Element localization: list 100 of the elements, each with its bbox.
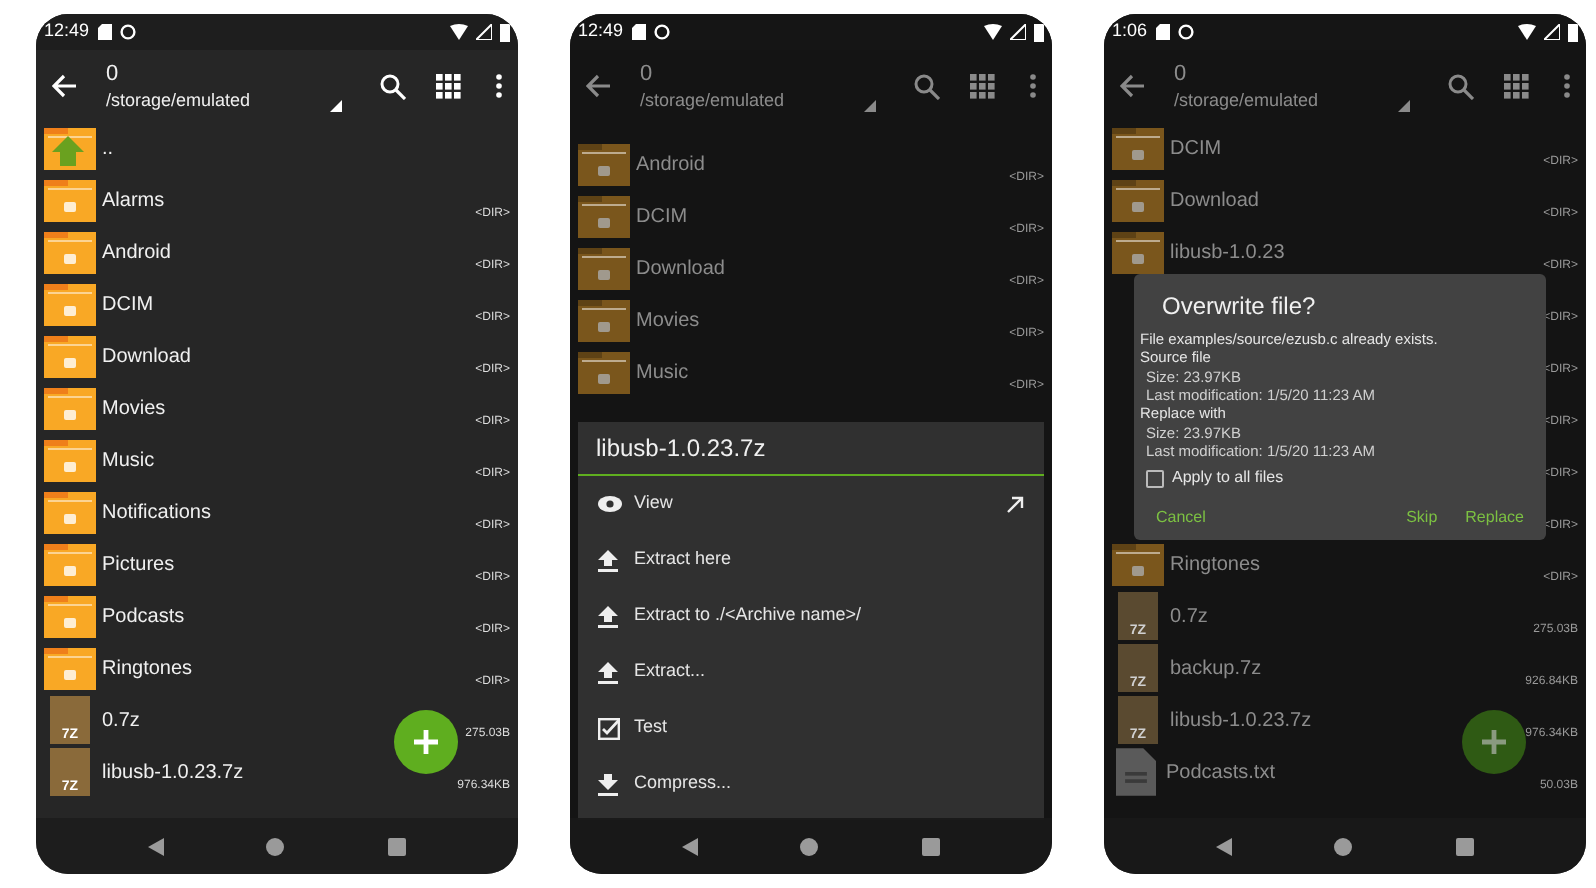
signal-icon xyxy=(1544,24,1560,40)
file-name: Movies xyxy=(636,307,702,335)
back-nav-icon[interactable] xyxy=(681,837,698,855)
wifi-icon xyxy=(984,24,1002,40)
menu-item[interactable]: Test xyxy=(578,700,1044,756)
folder-icon xyxy=(578,246,630,290)
folder-icon xyxy=(44,178,96,222)
back-nav-icon[interactable] xyxy=(1215,837,1232,855)
folder-title: 0 xyxy=(106,61,121,87)
dialog-button[interactable]: Skip xyxy=(1406,506,1438,530)
notification-icon xyxy=(653,24,670,40)
file-name: Alarms xyxy=(102,187,167,215)
file-name: 0.7z xyxy=(102,707,142,735)
file-name: Android xyxy=(102,239,173,267)
folder-icon xyxy=(578,350,630,394)
folder-icon xyxy=(44,490,96,534)
eye-icon xyxy=(598,496,622,512)
battery-icon xyxy=(500,23,510,41)
home-nav-icon[interactable] xyxy=(266,837,285,855)
file-name: Podcasts.txt xyxy=(1166,759,1277,787)
file-name: Music xyxy=(102,447,157,475)
file-name: Music xyxy=(636,359,691,387)
wifi-icon xyxy=(1518,24,1536,40)
sd-card-icon xyxy=(97,24,112,40)
status-time: 12:49 xyxy=(578,18,624,45)
checkbox-label: Apply to all files xyxy=(1172,466,1284,490)
dialog-button[interactable]: Cancel xyxy=(1156,506,1206,530)
file-name: Pictures xyxy=(102,551,177,579)
upload-icon xyxy=(598,661,622,683)
path-text: /storage/emulated xyxy=(1174,87,1321,111)
file-name: Android xyxy=(636,151,707,179)
recents-nav-icon[interactable] xyxy=(922,837,941,855)
file-name: libusb-1.0.23.7z xyxy=(102,759,246,787)
menu-item[interactable]: Compress... xyxy=(578,756,1044,812)
recents-nav-icon[interactable] xyxy=(388,837,407,855)
folder-title: 0 xyxy=(1174,61,1189,87)
folder-icon xyxy=(44,334,96,378)
more-menu-icon[interactable] xyxy=(496,74,502,98)
back-nav-icon[interactable] xyxy=(147,837,164,855)
add-button[interactable] xyxy=(1462,710,1526,774)
file-name: Download xyxy=(636,255,727,283)
external-arrow-icon xyxy=(1006,495,1024,513)
folder-icon xyxy=(578,298,630,342)
sheet-title: libusb-1.0.23.7z xyxy=(578,422,1044,476)
grid-view-icon[interactable] xyxy=(436,73,462,99)
text-file-icon xyxy=(1116,748,1156,796)
file-name: DCIM xyxy=(102,291,156,319)
folder-icon xyxy=(44,230,96,274)
folder-icon xyxy=(44,438,96,482)
checkbox[interactable] xyxy=(1146,469,1164,487)
notification-icon xyxy=(1177,24,1194,40)
folder-icon xyxy=(44,386,96,430)
file-name: 0.7z xyxy=(1170,603,1210,631)
file-name: backup.7z xyxy=(1170,655,1264,683)
folder-icon xyxy=(1112,178,1164,222)
file-name: Ringtones xyxy=(102,655,195,683)
file-name: DCIM xyxy=(1170,135,1224,163)
menu-item[interactable]: Extract here xyxy=(578,532,1044,588)
download-icon xyxy=(598,773,622,795)
home-nav-icon[interactable] xyxy=(1334,837,1353,855)
plus-icon xyxy=(1480,728,1508,756)
dialog-button[interactable]: Replace xyxy=(1465,506,1524,530)
folder-icon xyxy=(578,142,630,186)
folder-icon xyxy=(1112,542,1164,586)
wifi-icon xyxy=(450,24,468,40)
sd-card-icon xyxy=(1155,24,1170,40)
status-time: 1:06 xyxy=(1112,18,1148,45)
file-name: .. xyxy=(102,135,116,163)
file-name: Download xyxy=(102,343,193,371)
folder-icon xyxy=(44,646,96,690)
file-name: libusb-1.0.23 xyxy=(1170,239,1287,267)
up-folder-icon xyxy=(44,126,96,170)
folder-icon xyxy=(1112,126,1164,170)
dropdown-icon[interactable] xyxy=(330,99,342,111)
path-text: /storage/emulated xyxy=(640,87,787,111)
notification-icon xyxy=(119,24,136,40)
menu-item[interactable]: View xyxy=(578,476,1044,532)
sd-card-icon xyxy=(631,24,646,40)
file-name: libusb-1.0.23.7z xyxy=(1170,707,1314,735)
home-nav-icon[interactable] xyxy=(800,837,819,855)
upload-icon xyxy=(598,605,622,627)
recents-nav-icon[interactable] xyxy=(1456,837,1475,855)
file-name: DCIM xyxy=(636,203,690,231)
file-row[interactable]: .. xyxy=(44,122,510,174)
checkbox-tick-icon xyxy=(598,717,622,739)
add-button[interactable] xyxy=(394,710,458,774)
folder-icon xyxy=(44,542,96,586)
status-time: 12:49 xyxy=(44,18,90,45)
file-name: Download xyxy=(1170,187,1261,215)
signal-icon xyxy=(1010,24,1026,40)
file-name: Movies xyxy=(102,395,168,423)
path-text: /storage/emulated xyxy=(106,87,253,111)
menu-item[interactable]: Extract to ./<Archive name>/ xyxy=(578,588,1044,644)
file-name: Ringtones xyxy=(1170,551,1263,579)
folder-title: 0 xyxy=(640,61,655,87)
search-icon[interactable] xyxy=(380,73,406,99)
plus-icon xyxy=(412,728,440,756)
file-name: Podcasts xyxy=(102,603,187,631)
signal-icon xyxy=(476,24,492,40)
menu-item[interactable]: Extract... xyxy=(578,644,1044,700)
